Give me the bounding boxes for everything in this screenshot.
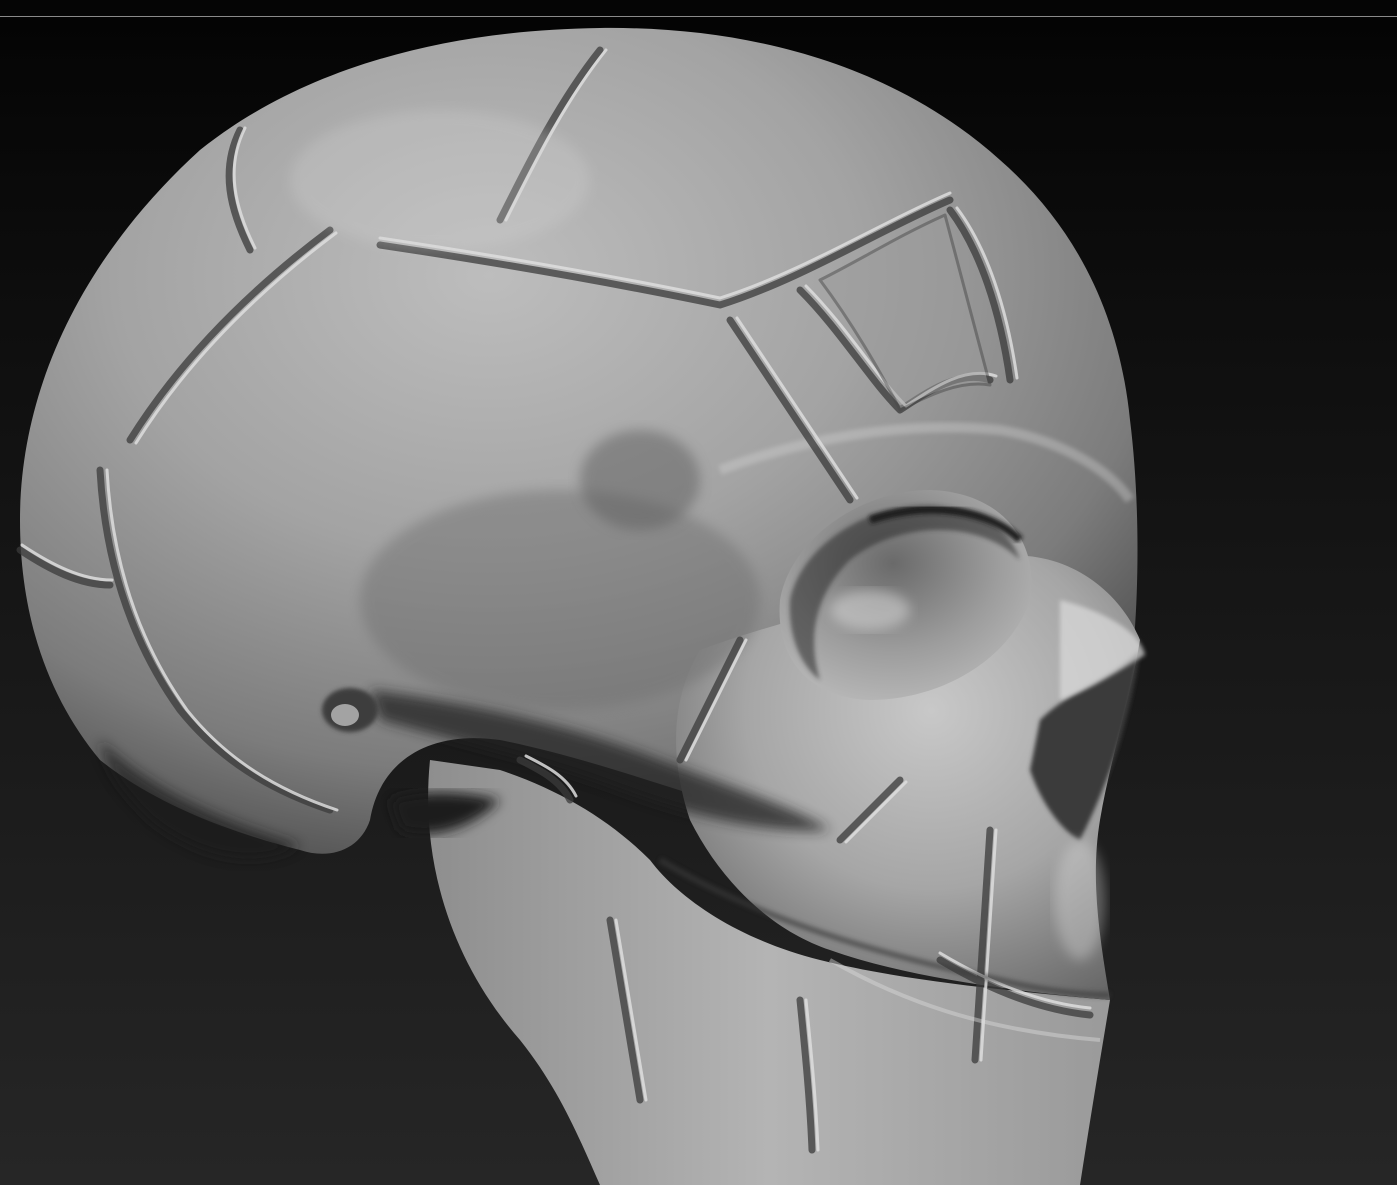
top-toolbar-strip	[0, 0, 1397, 17]
skull-model[interactable]	[0, 17, 1397, 1185]
sculpt-app-window	[0, 0, 1397, 1185]
3d-viewport-canvas[interactable]	[0, 17, 1397, 1185]
